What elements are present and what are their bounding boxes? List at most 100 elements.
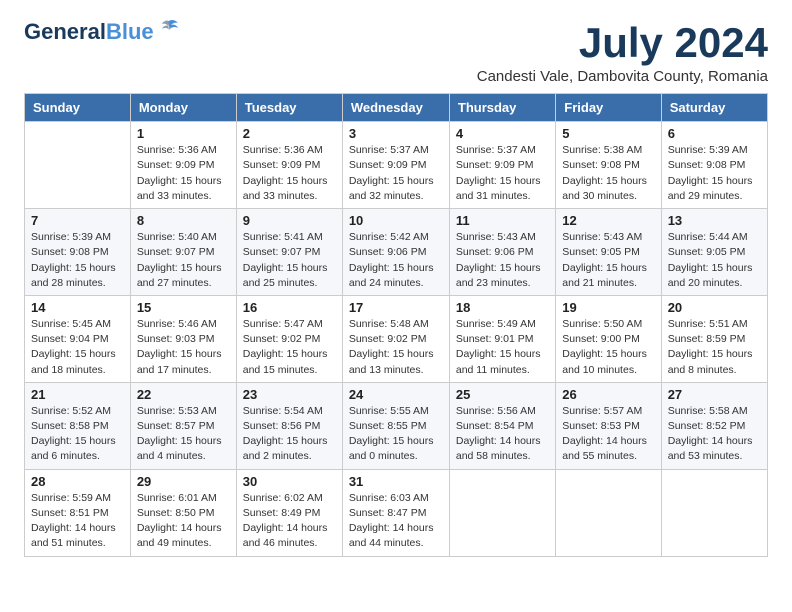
calendar-header-thursday: Thursday [449,94,555,122]
day-number: 17 [349,300,443,315]
calendar-cell: 14Sunrise: 5:45 AM Sunset: 9:04 PM Dayli… [25,295,131,382]
day-number: 25 [456,387,549,402]
day-info: Sunrise: 5:51 AM Sunset: 8:59 PM Dayligh… [668,317,761,378]
day-number: 27 [668,387,761,402]
calendar-cell: 1 Sunrise: 5:36 AM Sunset: 9:09 PM Daylig… [130,122,236,209]
day-number: 20 [668,300,761,315]
calendar-cell: 10 Sunrise: 5:42 AM Sunset: 9:06 PM Dayli… [342,209,449,296]
day-info: Sunrise: 5:57 AM Sunset: 8:53 PM Dayligh… [562,404,654,465]
day-info: Sunrise: 5:36 AM Sunset: 9:09 PM Dayligh… [243,143,336,204]
day-info: Sunrise: 5:55 AM Sunset: 8:55 PM Dayligh… [349,404,443,465]
calendar-cell: 27 Sunrise: 5:58 AM Sunset: 8:52 PM Dayli… [661,382,767,469]
header: GeneralBlue July 2024 Candesti Vale, Dam… [24,20,768,85]
logo-bird-icon [158,17,180,44]
day-number: 19 [562,300,654,315]
calendar-cell: 19Sunrise: 5:50 AM Sunset: 9:00 PM Dayli… [556,295,661,382]
calendar-cell: 26 Sunrise: 5:57 AM Sunset: 8:53 PM Dayli… [556,382,661,469]
day-info: Sunrise: 5:49 AM Sunset: 9:01 PM Dayligh… [456,317,549,378]
day-number: 18 [456,300,549,315]
day-number: 2 [243,126,336,141]
day-info: Sunrise: 5:41 AM Sunset: 9:07 PM Dayligh… [243,230,336,291]
day-info: Sunrise: 5:48 AM Sunset: 9:02 PM Dayligh… [349,317,443,378]
calendar-cell: 31Sunrise: 6:03 AM Sunset: 8:47 PM Dayli… [342,469,449,556]
day-number: 11 [456,213,549,228]
calendar-header-tuesday: Tuesday [236,94,342,122]
calendar-cell: 11 Sunrise: 5:43 AM Sunset: 9:06 PM Dayli… [449,209,555,296]
day-info: Sunrise: 5:39 AM Sunset: 9:08 PM Dayligh… [668,143,761,204]
day-number: 16 [243,300,336,315]
day-info: Sunrise: 5:42 AM Sunset: 9:06 PM Dayligh… [349,230,443,291]
calendar-cell [661,469,767,556]
calendar-cell: 7 Sunrise: 5:39 AM Sunset: 9:08 PM Daylig… [25,209,131,296]
day-number: 21 [31,387,124,402]
logo: GeneralBlue [24,20,180,44]
day-number: 13 [668,213,761,228]
day-number: 24 [349,387,443,402]
calendar-cell: 23Sunrise: 5:54 AM Sunset: 8:56 PM Dayli… [236,382,342,469]
day-info: Sunrise: 5:45 AM Sunset: 9:04 PM Dayligh… [31,317,124,378]
day-number: 12 [562,213,654,228]
calendar-cell [449,469,555,556]
day-info: Sunrise: 5:44 AM Sunset: 9:05 PM Dayligh… [668,230,761,291]
calendar-cell: 20 Sunrise: 5:51 AM Sunset: 8:59 PM Dayli… [661,295,767,382]
calendar-cell: 5Sunrise: 5:38 AM Sunset: 9:08 PM Daylig… [556,122,661,209]
calendar-cell: 30 Sunrise: 6:02 AM Sunset: 8:49 PM Dayli… [236,469,342,556]
calendar-cell: 24 Sunrise: 5:55 AM Sunset: 8:55 PM Dayli… [342,382,449,469]
day-info: Sunrise: 5:43 AM Sunset: 9:05 PM Dayligh… [562,230,654,291]
day-info: Sunrise: 5:36 AM Sunset: 9:09 PM Dayligh… [137,143,230,204]
day-info: Sunrise: 5:56 AM Sunset: 8:54 PM Dayligh… [456,404,549,465]
calendar-cell: 4Sunrise: 5:37 AM Sunset: 9:09 PM Daylig… [449,122,555,209]
calendar-cell: 17 Sunrise: 5:48 AM Sunset: 9:02 PM Dayli… [342,295,449,382]
calendar-cell: 28 Sunrise: 5:59 AM Sunset: 8:51 PM Dayli… [25,469,131,556]
day-info: Sunrise: 5:58 AM Sunset: 8:52 PM Dayligh… [668,404,761,465]
title-block: July 2024 Candesti Vale, Dambovita Count… [477,20,768,85]
calendar-week-row: 21Sunrise: 5:52 AM Sunset: 8:58 PM Dayli… [25,382,768,469]
month-title: July 2024 [477,20,768,66]
day-number: 26 [562,387,654,402]
day-info: Sunrise: 5:43 AM Sunset: 9:06 PM Dayligh… [456,230,549,291]
day-info: Sunrise: 5:47 AM Sunset: 9:02 PM Dayligh… [243,317,336,378]
calendar-cell: 12 Sunrise: 5:43 AM Sunset: 9:05 PM Dayli… [556,209,661,296]
calendar-cell: 22 Sunrise: 5:53 AM Sunset: 8:57 PM Dayli… [130,382,236,469]
calendar-week-row: 7 Sunrise: 5:39 AM Sunset: 9:08 PM Daylig… [25,209,768,296]
calendar-cell: 16 Sunrise: 5:47 AM Sunset: 9:02 PM Dayli… [236,295,342,382]
day-info: Sunrise: 5:40 AM Sunset: 9:07 PM Dayligh… [137,230,230,291]
logo-text: GeneralBlue [24,20,154,44]
day-info: Sunrise: 5:39 AM Sunset: 9:08 PM Dayligh… [31,230,124,291]
calendar-cell: 3Sunrise: 5:37 AM Sunset: 9:09 PM Daylig… [342,122,449,209]
day-number: 8 [137,213,230,228]
day-number: 29 [137,474,230,489]
calendar-header-monday: Monday [130,94,236,122]
calendar-cell: 18 Sunrise: 5:49 AM Sunset: 9:01 PM Dayli… [449,295,555,382]
day-info: Sunrise: 5:37 AM Sunset: 9:09 PM Dayligh… [456,143,549,204]
calendar-cell: 8 Sunrise: 5:40 AM Sunset: 9:07 PM Daylig… [130,209,236,296]
day-number: 6 [668,126,761,141]
calendar-header-wednesday: Wednesday [342,94,449,122]
day-info: Sunrise: 6:01 AM Sunset: 8:50 PM Dayligh… [137,491,230,552]
calendar-cell: 2 Sunrise: 5:36 AM Sunset: 9:09 PM Daylig… [236,122,342,209]
day-number: 22 [137,387,230,402]
day-number: 7 [31,213,124,228]
calendar-week-row: 28 Sunrise: 5:59 AM Sunset: 8:51 PM Dayli… [25,469,768,556]
calendar-cell [556,469,661,556]
day-info: Sunrise: 5:59 AM Sunset: 8:51 PM Dayligh… [31,491,124,552]
calendar-cell: 13 Sunrise: 5:44 AM Sunset: 9:05 PM Dayli… [661,209,767,296]
calendar-cell: 15 Sunrise: 5:46 AM Sunset: 9:03 PM Dayli… [130,295,236,382]
day-number: 30 [243,474,336,489]
day-info: Sunrise: 6:02 AM Sunset: 8:49 PM Dayligh… [243,491,336,552]
day-number: 28 [31,474,124,489]
day-number: 10 [349,213,443,228]
day-number: 15 [137,300,230,315]
day-number: 23 [243,387,336,402]
calendar-cell: 6 Sunrise: 5:39 AM Sunset: 9:08 PM Daylig… [661,122,767,209]
day-number: 1 [137,126,230,141]
calendar-header-saturday: Saturday [661,94,767,122]
calendar-cell [25,122,131,209]
calendar-header-row: SundayMondayTuesdayWednesdayThursdayFrid… [25,94,768,122]
day-info: Sunrise: 5:53 AM Sunset: 8:57 PM Dayligh… [137,404,230,465]
day-number: 5 [562,126,654,141]
day-info: Sunrise: 6:03 AM Sunset: 8:47 PM Dayligh… [349,491,443,552]
calendar-table: SundayMondayTuesdayWednesdayThursdayFrid… [24,93,768,556]
day-info: Sunrise: 5:37 AM Sunset: 9:09 PM Dayligh… [349,143,443,204]
day-info: Sunrise: 5:46 AM Sunset: 9:03 PM Dayligh… [137,317,230,378]
